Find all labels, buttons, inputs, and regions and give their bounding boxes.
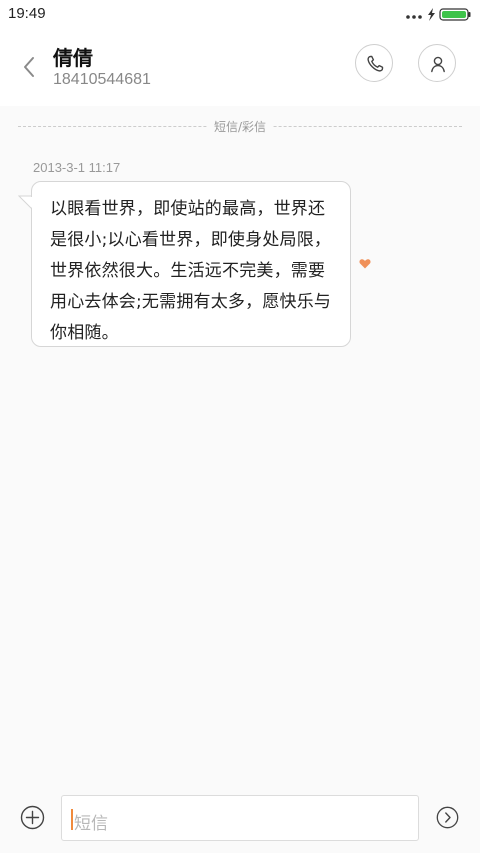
status-icons [404,6,474,22]
contact-profile-button[interactable] [418,44,456,82]
text-cursor [71,809,73,830]
sms-input-placeholder: 短信 [74,814,108,834]
plus-circle-icon [20,805,45,830]
arrow-right-circle-icon [436,806,459,829]
message-bubble[interactable]: 以眼看世界，即使站的最高，世界还是很小;以心看世界，即使身处局限，世界依然很大。… [31,181,351,347]
add-attachment-button[interactable] [20,805,45,830]
contact-name: 倩倩 [53,46,93,70]
phone-icon [367,55,384,72]
send-button[interactable] [436,806,459,829]
conversation-header: 倩倩 18410544681 [0,28,480,106]
bubble-tail-cover [21,197,33,209]
call-button[interactable] [355,44,393,82]
message-text: 以眼看世界，即使站的最高，世界还是很小;以心看世界，即使身处局限，世界依然很大。… [50,199,332,343]
status-time: 19:49 [8,5,46,22]
chevron-left-icon [24,57,34,77]
message-type-label: 短信/彩信 [207,118,273,135]
status-bar: 19:49 [0,0,480,28]
battery-icon [439,8,471,21]
composer-bar: 短信 [0,790,480,853]
message-timestamp: 2013-3-1 11:17 [33,160,121,175]
more-dots-icon [406,15,422,19]
back-button[interactable] [16,50,42,84]
thread-divider: 短信/彩信 [18,118,462,136]
contact-number: 18410544681 [53,71,151,88]
person-icon [431,56,445,73]
heart-icon[interactable] [359,258,371,269]
lightning-icon [428,8,435,21]
sms-input[interactable]: 短信 [61,795,419,841]
